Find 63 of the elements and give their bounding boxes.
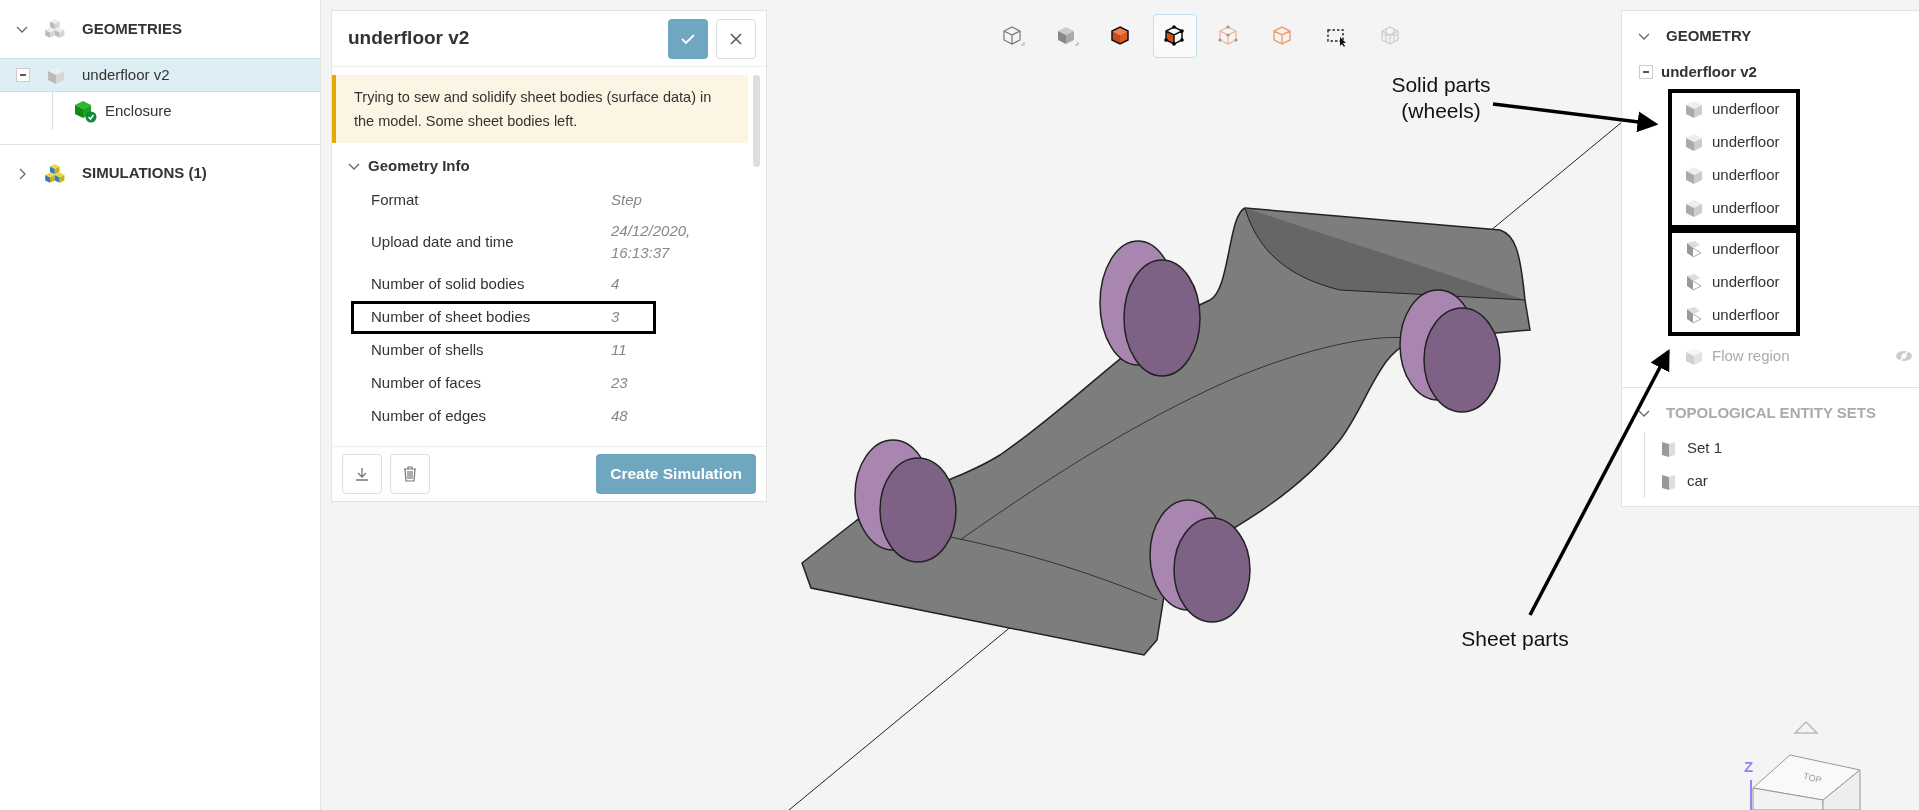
- section-title[interactable]: GEOMETRIES: [82, 17, 182, 41]
- sheet-icon: [1684, 239, 1704, 259]
- info-label: Upload date and time: [371, 231, 515, 252]
- axis-label: Z: [1744, 757, 1754, 777]
- collapse-toggle[interactable]: [16, 68, 30, 82]
- collapse-toggle[interactable]: [1639, 65, 1653, 79]
- info-label: Number of sheet bodies: [371, 306, 532, 327]
- item-label[interactable]: underfloor: [1712, 196, 1796, 220]
- item-label[interactable]: underfloor: [1712, 163, 1796, 187]
- tree-item[interactable]: underfloor v2: [0, 58, 320, 92]
- warning-message: Trying to sew and solidify sheet bodies (surface data) in the model. Some sheet bodies left.: [332, 75, 748, 143]
- sheet-icon: [1684, 272, 1704, 292]
- item-label: underfloor v2: [82, 64, 170, 85]
- cube-icon: [1163, 24, 1187, 48]
- triangle-icon[interactable]: [1793, 720, 1819, 734]
- info-value: 4: [611, 273, 621, 294]
- cubes-icon: [44, 18, 66, 40]
- cube-face-label: TOP: [1801, 769, 1823, 788]
- delete-button[interactable]: [390, 454, 430, 494]
- item-label[interactable]: underfloor: [1712, 270, 1796, 294]
- info-label: Number of edges: [371, 405, 488, 426]
- cube-icon: [1684, 346, 1704, 366]
- view-cube[interactable]: [1752, 754, 1861, 810]
- confirm-button[interactable]: [668, 18, 708, 59]
- item-label[interactable]: underfloor v2: [1661, 60, 1757, 84]
- close-icon: [730, 32, 742, 45]
- item-label[interactable]: underfloor: [1712, 237, 1796, 261]
- item-label[interactable]: underfloor: [1712, 303, 1796, 327]
- sheet-icon: [1684, 305, 1704, 325]
- item-label[interactable]: underfloor: [1712, 130, 1796, 154]
- info-value: 3: [611, 306, 621, 327]
- section-title[interactable]: GEOMETRY: [1666, 25, 1752, 48]
- info-value: 23: [611, 372, 629, 393]
- info-value: Step: [611, 189, 643, 210]
- info-value: 24/12/2020, 16:13:37: [611, 220, 691, 263]
- annotation-text: Sheet parts: [1460, 626, 1570, 652]
- panel-title: underfloor v2: [348, 27, 471, 50]
- section-title[interactable]: SIMULATIONS (1): [82, 162, 207, 185]
- scrollbar[interactable]: [753, 75, 760, 167]
- cube-icon: [1001, 24, 1025, 48]
- cube-icon: [46, 65, 66, 85]
- cubes-icon: [44, 162, 66, 185]
- cube-icon: [1684, 198, 1704, 218]
- info-label: Number of faces: [371, 372, 483, 393]
- trash-icon: [402, 466, 418, 482]
- item-label[interactable]: Enclosure: [105, 99, 172, 123]
- info-label: Number of solid bodies: [371, 273, 526, 294]
- info-label: Number of shells: [371, 339, 485, 360]
- cube-icon: [1055, 24, 1079, 48]
- info-value: 48: [611, 405, 629, 426]
- item-label[interactable]: underfloor: [1712, 97, 1796, 121]
- cube-icon: [1684, 132, 1704, 152]
- view-mode-button[interactable]: [1153, 14, 1197, 58]
- download-button[interactable]: [342, 454, 382, 494]
- info-value: 11: [611, 339, 628, 360]
- axis-line: [1750, 779, 1752, 810]
- cube-icon: [1684, 99, 1704, 119]
- cube-icon: [1684, 165, 1704, 185]
- section-title[interactable]: Geometry Info: [368, 155, 470, 178]
- download-icon: [354, 466, 370, 482]
- annotation-text: Solid parts (wheels): [1390, 72, 1492, 124]
- close-button[interactable]: [716, 18, 756, 59]
- info-label: Format: [371, 189, 420, 210]
